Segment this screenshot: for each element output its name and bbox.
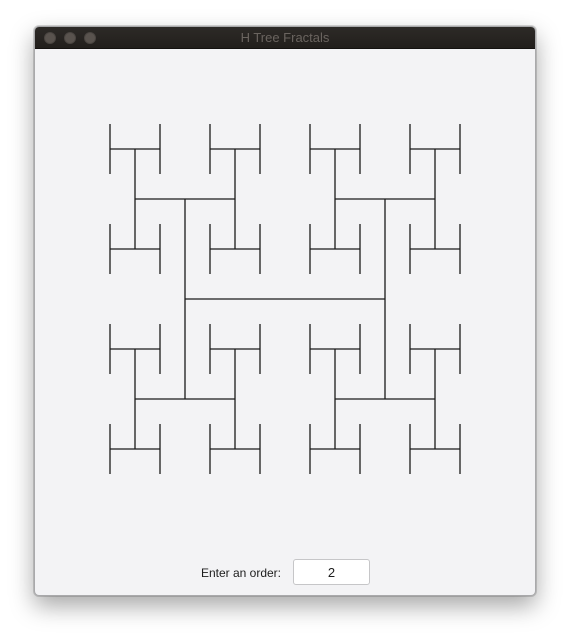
minimize-window-button[interactable] [64,32,76,44]
h-tree-canvas [109,124,461,474]
close-window-button[interactable] [44,32,56,44]
order-input[interactable] [293,559,370,585]
app-window: H Tree Fractals Enter an order: [34,26,536,596]
zoom-window-button[interactable] [84,32,96,44]
title-bar[interactable]: H Tree Fractals [35,27,535,49]
window-title: H Tree Fractals [240,30,330,45]
order-label: Enter an order: [200,566,281,580]
